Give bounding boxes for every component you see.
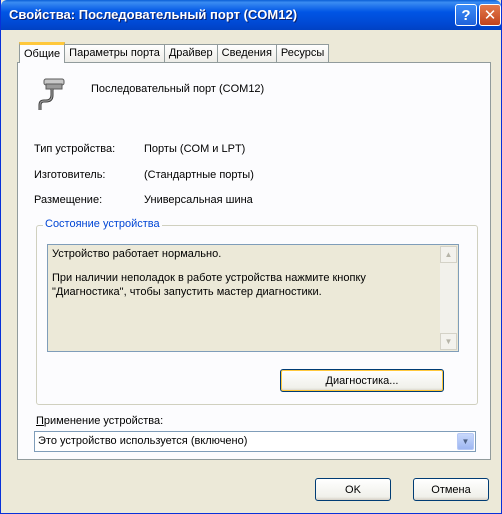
tab-general[interactable]: Общие	[19, 42, 66, 63]
manufacturer-value: (Стандартные порты)	[144, 169, 254, 181]
usage-label-text: рименение устройства:	[43, 415, 164, 427]
chevron-down-icon[interactable]: ▼	[457, 433, 474, 450]
tab-driver[interactable]: Драйвер	[163, 44, 218, 63]
serial-port-icon	[36, 77, 72, 116]
tab-details[interactable]: Сведения	[216, 44, 277, 63]
tab-strip: Общие Параметры порта Драйвер Сведения Р…	[19, 42, 330, 63]
device-status-title: Состояние устройства	[43, 218, 162, 230]
diagnostics-accel-key: Д	[325, 374, 333, 387]
general-tab-panel: Последовательный порт (COM12) Тип устрой…	[17, 62, 491, 460]
ok-button[interactable]: OK	[315, 478, 391, 501]
device-type-value: Порты (COM и LPT)	[144, 143, 246, 155]
device-usage-label: Применение устройства:	[36, 415, 163, 427]
properties-dialog: Свойства: Последовательный порт (COM12) …	[0, 0, 502, 514]
tab-resources[interactable]: Ресурсы	[275, 44, 330, 63]
device-usage-value: Это устройство используется (включено)	[38, 435, 248, 447]
help-icon: ?	[461, 6, 471, 24]
close-button[interactable]: ✕	[479, 4, 501, 26]
scroll-up-arrow-icon[interactable]: ▲	[440, 246, 457, 263]
status-scrollbar[interactable]: ▲ ▼	[440, 246, 457, 350]
scroll-down-arrow-icon[interactable]: ▼	[440, 333, 457, 350]
location-label: Размещение:	[34, 194, 103, 206]
diagnostics-label: иагностика...	[332, 374, 399, 387]
status-line-1: Устройство работает нормально.	[52, 248, 222, 260]
tab-port-settings[interactable]: Параметры порта	[64, 44, 165, 63]
status-line-2: При наличии неполадок в работе устройств…	[52, 272, 366, 298]
diagnostics-button[interactable]: Диагностика...	[280, 369, 444, 392]
manufacturer-label: Изготовитель:	[34, 169, 106, 181]
usage-accel-key: П	[36, 415, 44, 427]
help-button[interactable]: ?	[455, 4, 477, 26]
device-status-text: Устройство работает нормально. При налич…	[52, 247, 436, 309]
location-value: Универсальная шина	[144, 194, 253, 206]
window-title: Свойства: Последовательный порт (COM12)	[9, 7, 298, 22]
device-type-label: Тип устройства:	[34, 143, 116, 155]
close-icon: ✕	[483, 7, 497, 24]
cancel-button[interactable]: Отмена	[413, 478, 489, 501]
device-name: Последовательный порт (COM12)	[91, 83, 265, 95]
title-bar[interactable]: Свойства: Последовательный порт (COM12) …	[1, 0, 501, 30]
device-status-textbox[interactable]: Устройство работает нормально. При налич…	[47, 244, 459, 352]
device-usage-select[interactable]: Это устройство используется (включено) ▼	[34, 431, 476, 452]
